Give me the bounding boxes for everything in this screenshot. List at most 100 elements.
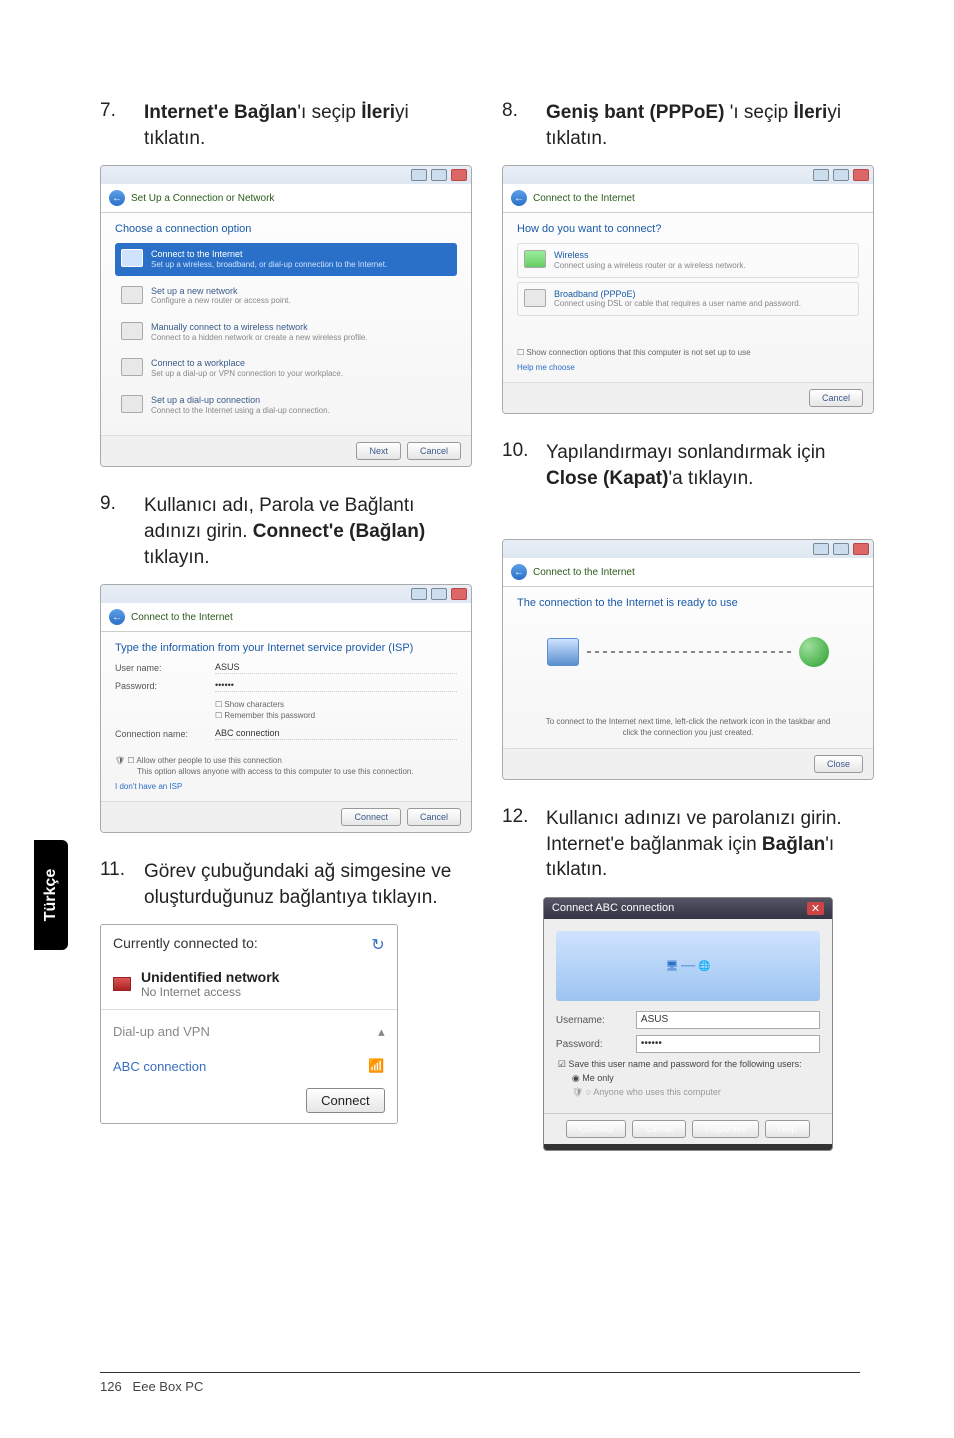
step-text: Geniş bant (PPPoE) 'ı seçip İleriyi tıkl… xyxy=(546,100,874,151)
product-name: Eee Box PC xyxy=(133,1379,204,1394)
screenshot-8: ← Connect to the Internet How do you wan… xyxy=(502,165,874,414)
back-icon[interactable]: ← xyxy=(511,564,527,580)
option-workplace[interactable]: Connect to a workplaceSet up a dial-up o… xyxy=(115,352,457,384)
chevron-up-icon[interactable]: ▴ xyxy=(378,1024,385,1040)
maximize-icon[interactable] xyxy=(431,588,447,600)
step-10: 10. Yapılandırmayı sonlandırmak için Clo… xyxy=(502,440,874,491)
step-number: 9. xyxy=(100,493,126,570)
anyone-radio[interactable]: 🛡 ○ Anyone who uses this computer xyxy=(558,1087,820,1098)
minimize-icon[interactable] xyxy=(813,169,829,181)
maximize-icon[interactable] xyxy=(833,169,849,181)
next-button[interactable]: Next xyxy=(356,442,401,460)
bold-text: Geniş bant (PPPoE) xyxy=(546,102,730,123)
globe-icon xyxy=(799,637,829,667)
breadcrumb-bar: ← Connect to the Internet xyxy=(101,603,471,632)
connect-button[interactable]: Connect xyxy=(341,808,401,826)
connect-button[interactable]: Connect xyxy=(566,1120,626,1138)
maximize-icon[interactable] xyxy=(833,543,849,555)
breadcrumb-bar: ← Connect to the Internet xyxy=(503,184,873,213)
option-wireless[interactable]: WirelessConnect using a wireless router … xyxy=(517,243,859,277)
step-number: 11. xyxy=(100,859,126,910)
wireless-icon xyxy=(121,322,143,340)
show-chars-checkbox[interactable]: ☐ Show characters xyxy=(215,700,457,709)
step-text: Kullanıcı adınızı ve parolanızı girin. I… xyxy=(546,806,874,883)
step-9: 9. Kullanıcı adı, Parola ve Bağlantı adı… xyxy=(100,493,472,570)
dialog-title: Connect ABC connection xyxy=(552,902,674,915)
username-field[interactable]: ASUS xyxy=(215,662,457,674)
dialog-heading: Choose a connection option xyxy=(115,223,457,235)
step-7: 7. Internet'e Bağlan'ı seçip İleriyi tık… xyxy=(100,100,472,151)
window-titlebar xyxy=(101,166,471,184)
show-options-checkbox[interactable]: ☐ Show connection options that this comp… xyxy=(517,348,859,357)
screenshot-10: ← Connect to the Internet The connection… xyxy=(502,539,874,780)
no-isp-link[interactable]: I don't have an ISP xyxy=(115,782,457,791)
bold-text: Internet'e Bağlan xyxy=(144,102,297,123)
network-status-icon xyxy=(113,977,131,991)
network-status: No Internet access xyxy=(141,985,279,999)
close-icon[interactable] xyxy=(451,169,467,181)
cancel-button[interactable]: Cancel xyxy=(407,442,461,460)
close-icon[interactable] xyxy=(853,543,869,555)
step-text: Yapılandırmayı sonlandırmak için Close (… xyxy=(546,440,874,491)
username-field[interactable]: ASUS xyxy=(636,1011,820,1029)
option-connect-internet[interactable]: Connect to the InternetSet up a wireless… xyxy=(115,243,457,275)
allow-others-desc: This option allows anyone with access to… xyxy=(115,767,457,776)
screenshot-9: ← Connect to the Internet Type the infor… xyxy=(100,584,472,833)
dialog-heading: The connection to the Internet is ready … xyxy=(517,597,859,609)
option-dialup[interactable]: Set up a dial-up connectionConnect to th… xyxy=(115,389,457,421)
connection-name-label: Connection name: xyxy=(115,729,205,739)
remember-password-checkbox[interactable]: ☐ Remember this password xyxy=(215,711,457,720)
popup-title: Currently connected to: xyxy=(113,935,258,951)
back-icon[interactable]: ← xyxy=(511,190,527,206)
step-text: Görev çubuğundaki ağ simgesine ve oluştu… xyxy=(144,859,472,910)
password-field[interactable]: •••••• xyxy=(636,1035,820,1053)
connection-illustration: 🖥 ── 🌐 xyxy=(556,931,820,1001)
connection-item[interactable]: ABC connection xyxy=(113,1059,206,1074)
globe-icon xyxy=(121,249,143,267)
save-credentials-checkbox[interactable]: ☑ Save this user name and password for t… xyxy=(558,1059,820,1070)
password-field[interactable]: •••••• xyxy=(215,680,457,692)
dialog-heading: Type the information from your Internet … xyxy=(115,642,457,654)
language-tab-label: Türkçe xyxy=(42,869,60,921)
breadcrumb-bar: ← Connect to the Internet xyxy=(503,558,873,587)
allow-others-checkbox[interactable]: 🛡 ☐ Allow other people to use this conne… xyxy=(115,756,457,765)
back-icon[interactable]: ← xyxy=(109,190,125,206)
maximize-icon[interactable] xyxy=(431,169,447,181)
back-icon[interactable]: ← xyxy=(109,609,125,625)
help-choose-link[interactable]: Help me choose xyxy=(517,363,859,372)
step-number: 12. xyxy=(502,806,528,883)
ready-description: To connect to the Internet next time, le… xyxy=(517,717,859,738)
option-broadband-pppoe[interactable]: Broadband (PPPoE)Connect using DSL or ca… xyxy=(517,282,859,316)
close-icon[interactable] xyxy=(451,588,467,600)
close-button[interactable]: Close xyxy=(814,755,863,773)
option-manual-wireless[interactable]: Manually connect to a wireless networkCo… xyxy=(115,316,457,348)
connection-line-icon xyxy=(587,651,791,653)
computer-icon xyxy=(547,638,579,666)
cancel-button[interactable]: Cancel xyxy=(407,808,461,826)
minimize-icon[interactable] xyxy=(411,588,427,600)
step-text: Kullanıcı adı, Parola ve Bağlantı adınız… xyxy=(144,493,472,570)
bold-text: Bağlan xyxy=(762,834,825,855)
connection-name-field[interactable]: ABC connection xyxy=(215,728,457,740)
help-button[interactable]: Help xyxy=(765,1120,810,1138)
cancel-button[interactable]: Cancel xyxy=(632,1120,686,1138)
username-label: User name: xyxy=(115,663,205,673)
properties-button[interactable]: Properties xyxy=(692,1120,759,1138)
step-11: 11. Görev çubuğundaki ağ simgesine ve ol… xyxy=(100,859,472,910)
screenshot-12: Connect ABC connection ✕ 🖥 ── 🌐 Username… xyxy=(543,897,833,1151)
bold-text: İleri xyxy=(794,102,828,123)
page-footer: 126 Eee Box PC xyxy=(100,1372,860,1394)
step-number: 10. xyxy=(502,440,528,491)
refresh-icon[interactable]: ↻ xyxy=(371,935,384,955)
close-icon[interactable]: ✕ xyxy=(807,902,824,915)
minimize-icon[interactable] xyxy=(411,169,427,181)
close-icon[interactable] xyxy=(853,169,869,181)
option-new-network[interactable]: Set up a new networkConfigure a new rout… xyxy=(115,280,457,312)
window-titlebar xyxy=(503,540,873,558)
me-only-radio[interactable]: ◉ Me only xyxy=(558,1073,820,1084)
step-number: 7. xyxy=(100,100,126,151)
minimize-icon[interactable] xyxy=(813,543,829,555)
connect-button[interactable]: Connect xyxy=(306,1088,384,1113)
screenshot-7: ← Set Up a Connection or Network Choose … xyxy=(100,165,472,467)
cancel-button[interactable]: Cancel xyxy=(809,389,863,407)
